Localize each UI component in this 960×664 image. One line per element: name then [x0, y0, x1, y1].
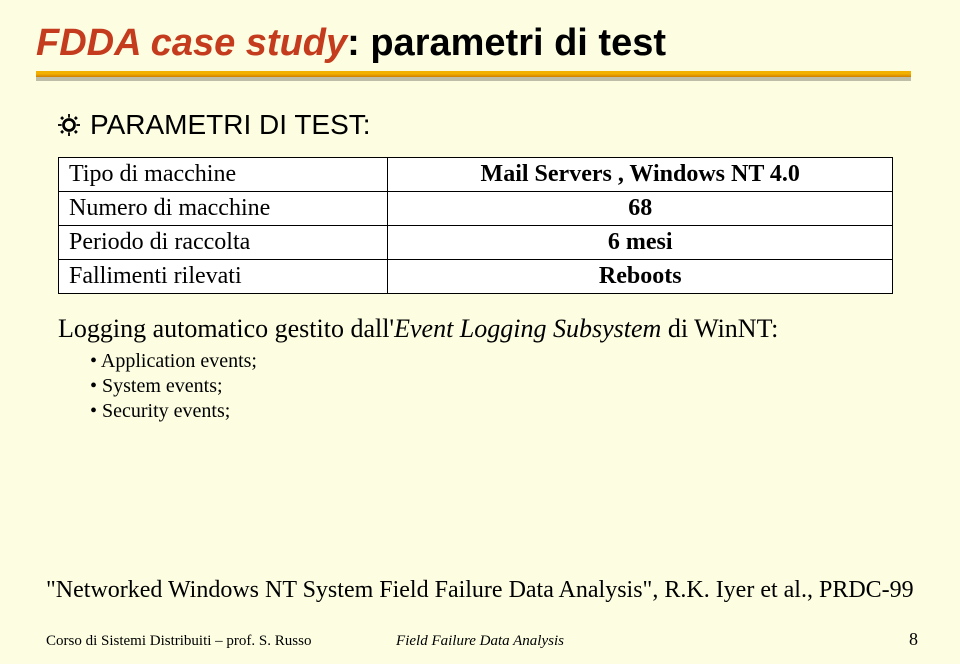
title-sep: :	[347, 22, 370, 64]
logging-suffix: di WinNT:	[661, 314, 778, 343]
cell-value: 6 mesi	[388, 225, 893, 259]
list-item: Security events;	[90, 400, 960, 423]
title-highlight: FDDA case study	[36, 22, 347, 64]
subtitle-row: PARAMETRI DI TEST:	[58, 109, 960, 143]
gear-icon	[58, 111, 80, 143]
list-item: System events;	[90, 375, 960, 398]
title-underline	[36, 71, 911, 77]
cell-value: Mail Servers , Windows NT 4.0	[388, 157, 893, 191]
table-row: Tipo di macchine Mail Servers , Windows …	[59, 157, 893, 191]
table-row: Periodo di raccolta 6 mesi	[59, 225, 893, 259]
footer-center: Field Failure Data Analysis	[0, 633, 960, 650]
cell-label: Periodo di raccolta	[59, 225, 388, 259]
title-rest: parametri di test	[370, 22, 666, 64]
logging-emph: Event Logging Subsystem	[394, 314, 661, 343]
subtitle-text: PARAMETRI DI TEST:	[90, 109, 371, 140]
table-row: Numero di macchine 68	[59, 191, 893, 225]
cell-label: Tipo di macchine	[59, 157, 388, 191]
cell-label: Numero di macchine	[59, 191, 388, 225]
cell-value: 68	[388, 191, 893, 225]
citation: "Networked Windows NT System Field Failu…	[46, 577, 914, 604]
cell-label: Fallimenti rilevati	[59, 259, 388, 293]
table-row: Fallimenti rilevati Reboots	[59, 259, 893, 293]
logging-bullets: Application events; System events; Secur…	[90, 350, 960, 423]
page-number: 8	[909, 629, 918, 650]
slide-title: FDDA case study: parametri di test	[36, 22, 960, 65]
cell-value: Reboots	[388, 259, 893, 293]
logging-line: Logging automatico gestito dall'Event Lo…	[58, 314, 960, 344]
list-item: Application events;	[90, 350, 960, 373]
logging-prefix: Logging automatico gestito dall'	[58, 314, 394, 343]
parameters-table: Tipo di macchine Mail Servers , Windows …	[58, 157, 893, 294]
